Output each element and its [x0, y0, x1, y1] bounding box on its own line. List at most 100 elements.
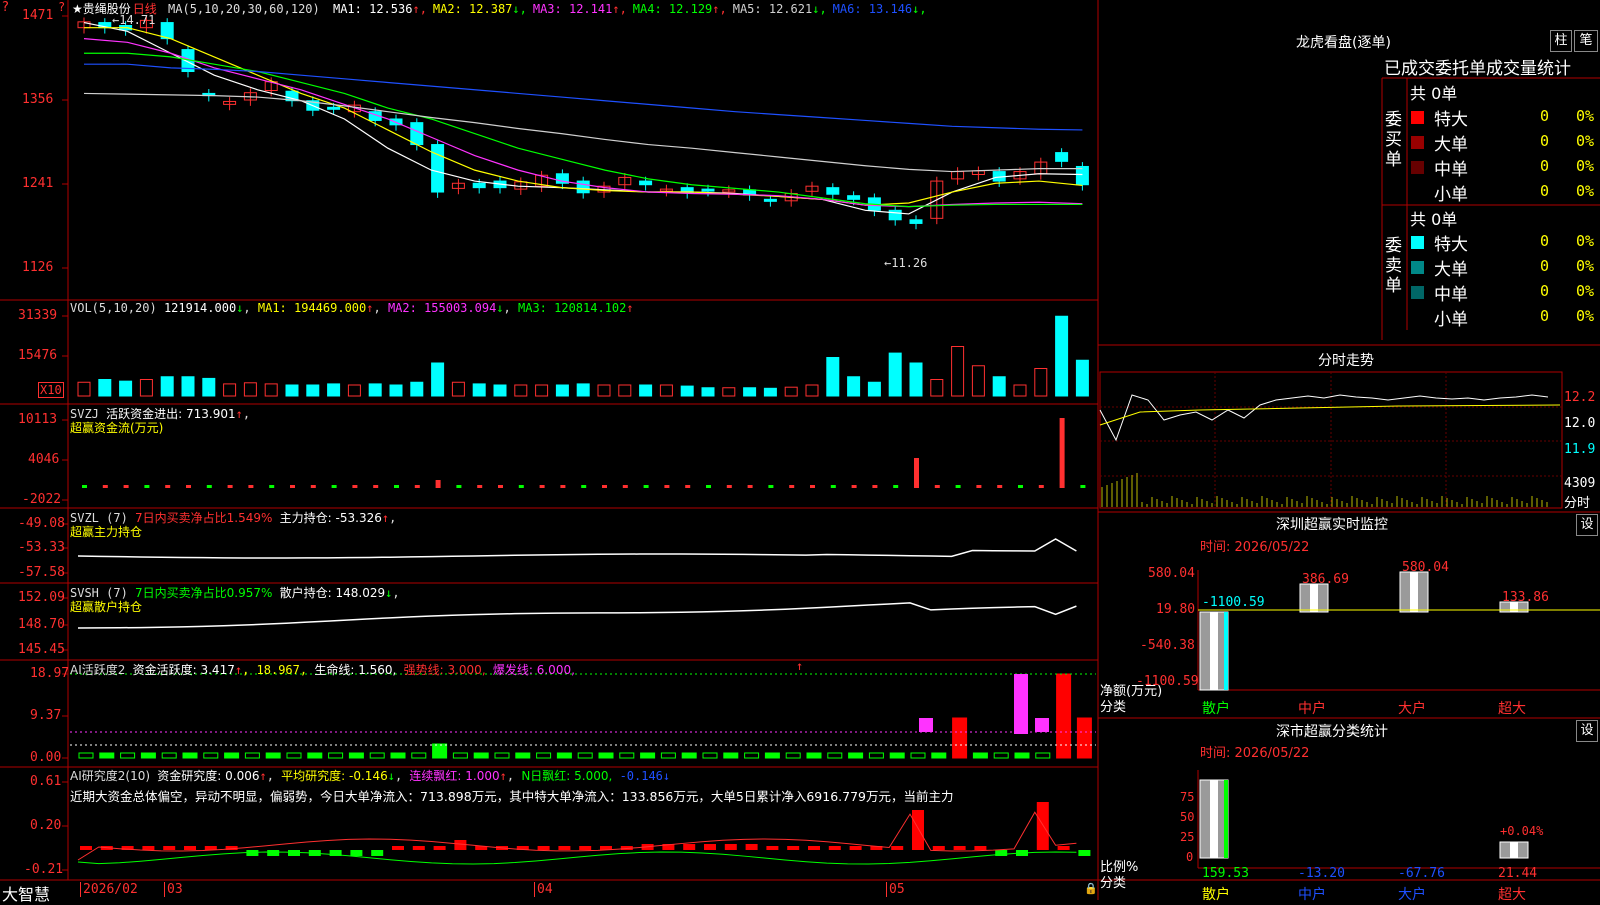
- price-axis-tick: 1126: [22, 260, 54, 275]
- volume-bar: [1055, 315, 1069, 397]
- vol-ma3-arrow: ↑: [626, 301, 634, 315]
- vol-ma3: MA3: 120814.102: [518, 301, 627, 315]
- fund-flow-bar: [1018, 485, 1023, 488]
- activity-bar: [952, 717, 968, 759]
- ai-research-lianxu: 连续飘红: 1.000: [409, 769, 500, 783]
- ai-research-lianxu-arrow: ↑: [499, 769, 507, 783]
- research-bar: [891, 846, 904, 850]
- order-row-name: 中单: [1434, 160, 1468, 180]
- fund-flow-bar: [248, 485, 254, 488]
- activity-bar: [848, 752, 864, 759]
- retail-net-edge: [1224, 612, 1228, 690]
- tick-mode-button[interactable]: 笔: [1574, 30, 1598, 52]
- dragon-tabs[interactable]: 已成交委托单成交量统计: [1384, 54, 1598, 79]
- lock-icon[interactable]: 🔒: [1084, 882, 1098, 895]
- order-row-count: 0: [1540, 132, 1550, 150]
- vol-ma2: MA2: 155003.094: [387, 301, 497, 315]
- candlestick: [472, 182, 486, 189]
- date-axis-label: 2026/02: [80, 882, 138, 897]
- research-bar: [974, 846, 987, 850]
- ai-research-nri: N日飘红: 5.000,: [521, 769, 613, 783]
- retail-ratio-edge: [1224, 780, 1228, 858]
- chart-corner-marker[interactable]: ?: [58, 0, 65, 14]
- intraday-footer: 分时: [1564, 496, 1591, 511]
- volume-bar: [888, 352, 902, 397]
- fund-flow-bar: [706, 485, 711, 488]
- research-bar: [184, 846, 196, 850]
- fund-flow-bar: [477, 485, 483, 488]
- activity-bar: [744, 752, 760, 759]
- activity-highlight-bar: [919, 718, 933, 732]
- average-research-line: [77, 851, 1077, 865]
- category-axis-tick: 0: [1186, 850, 1194, 864]
- fund-flow-bar: [955, 485, 961, 488]
- ai-research-tail: -0.146: [619, 769, 663, 783]
- vol-ma1: MA1: 194469.000: [257, 301, 367, 315]
- fund-flow-bar: [269, 485, 275, 488]
- favorite-star-icon[interactable]: ★: [72, 2, 83, 16]
- ai-research-description: 近期大资金总体偏空，异动不明显，偏弱势，今日大单净流入：713.898万元，其中…: [70, 789, 954, 804]
- volume-bar: [763, 387, 777, 397]
- fund-flow-bar: [414, 485, 420, 488]
- ai-active-arrow: ↑: [234, 663, 243, 677]
- volume-bar: [264, 383, 278, 397]
- order-row-count: 0: [1540, 282, 1550, 300]
- retail-holding-line: [77, 602, 1077, 629]
- category-note: +0.04%: [1500, 824, 1544, 838]
- research-bar: [558, 846, 571, 850]
- activity-bar: [972, 752, 988, 759]
- category-label: 大户: [1398, 887, 1426, 903]
- category-label: 散户: [1202, 701, 1230, 717]
- bar-mode-button[interactable]: 柱: [1550, 30, 1572, 52]
- volume-bar: [347, 384, 361, 397]
- volume-bar: [202, 377, 216, 397]
- category-value: 133.86: [1502, 590, 1549, 605]
- volume-bar: [514, 384, 528, 397]
- category-label: 超大: [1498, 701, 1526, 717]
- volume-bar: [472, 383, 486, 397]
- research-bar: [142, 846, 155, 850]
- chart-menu-marker[interactable]: ?: [2, 0, 9, 15]
- research-bar: [787, 846, 800, 850]
- buy-count: 共 0单: [1410, 84, 1458, 103]
- volume-bar: [243, 382, 257, 397]
- activity-bar: [868, 752, 884, 759]
- ai-research-axis-tick: 0.61: [30, 774, 62, 789]
- research-bar: [828, 846, 841, 850]
- monitor-settings-button[interactable]: 设: [1576, 514, 1598, 536]
- monitor-time: 时间: 2026/05/22: [1200, 540, 1310, 555]
- volume-bar: [867, 381, 881, 397]
- volume-bar: [285, 384, 299, 397]
- fund-flow-bar: [872, 485, 878, 488]
- candlestick: [888, 209, 902, 221]
- price-header: ★贵绳股份 日线 MA(5,10,20,30,60,120) MA1: 12.53…: [72, 0, 927, 17]
- category-axis-tick: 50: [1180, 810, 1195, 824]
- candlestick: [327, 106, 341, 110]
- svzl-arrow: ↑: [381, 511, 390, 525]
- svzl-axis-tick: -57.58: [18, 565, 65, 580]
- activity-bar: [910, 752, 926, 759]
- fund-flow-bar: [997, 485, 1003, 488]
- research-bar: [766, 846, 779, 850]
- volume-bar: [971, 365, 985, 397]
- category-value: -13.20: [1298, 866, 1345, 881]
- activity-bar: [244, 752, 260, 759]
- candlestick: [639, 180, 653, 186]
- activity-bar: [619, 752, 635, 759]
- vol-unit-label: X10: [38, 382, 64, 398]
- volume-bar: [576, 383, 590, 397]
- ai-active-v2: , 18.967,: [242, 663, 308, 677]
- volume-bar: [160, 376, 174, 397]
- volume-bar: [847, 376, 861, 397]
- fund-flow-bar: [165, 485, 171, 488]
- category-settings-button[interactable]: 设: [1576, 720, 1598, 742]
- ma-values: MA1: 12.536↑, MA2: 12.387↓, MA3: 12.141↑, M…: [327, 2, 927, 16]
- candlestick: [1055, 152, 1069, 162]
- fund-flow-bar: [768, 485, 774, 488]
- order-row-count: 0: [1540, 107, 1550, 125]
- research-bar: [1057, 846, 1070, 850]
- ai-active-burst: 爆发线: 6.000,: [492, 663, 575, 677]
- activity-bar: [473, 752, 489, 759]
- candlestick: [410, 122, 424, 146]
- category-time: 时间: 2026/05/22: [1200, 746, 1310, 761]
